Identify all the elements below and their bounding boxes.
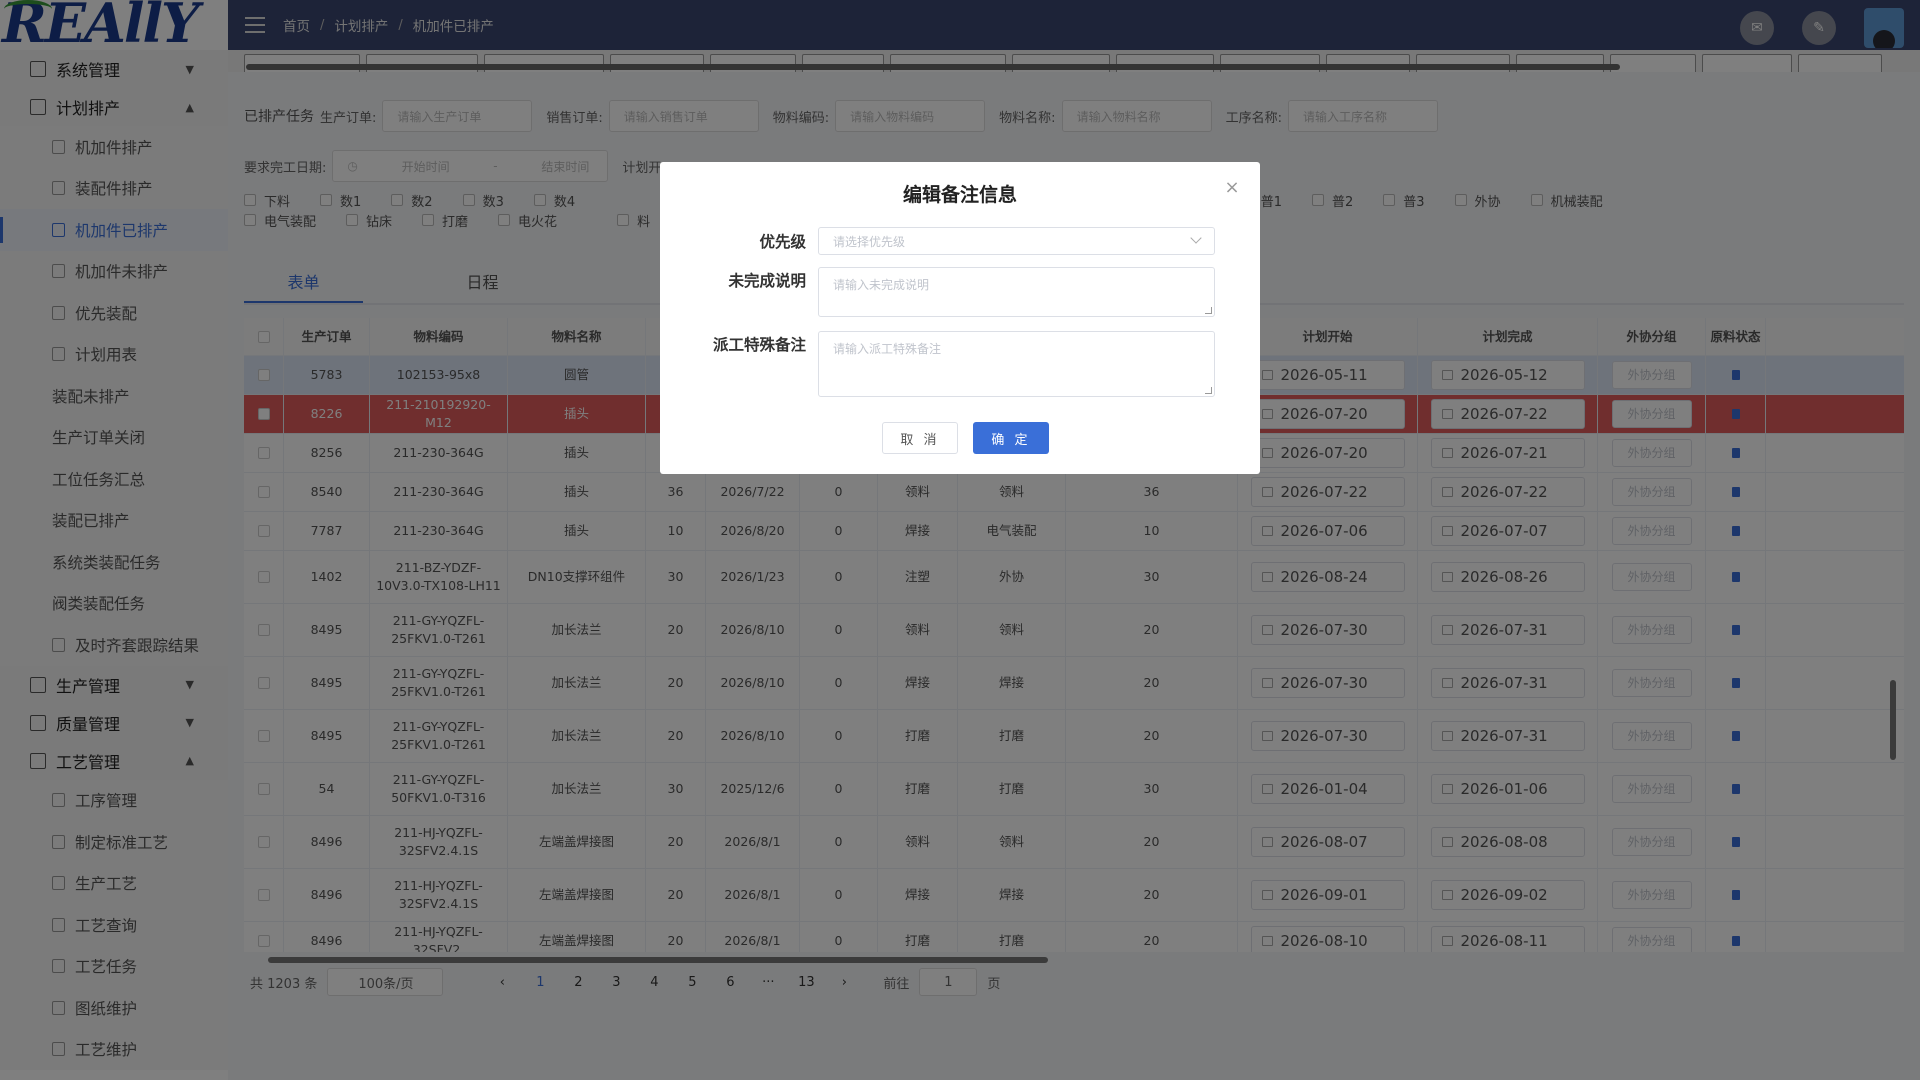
unfinished-textarea[interactable]: 请输入未完成说明 xyxy=(818,267,1215,317)
dialog-title: 编辑备注信息 xyxy=(902,184,1017,206)
unfinished-placeholder: 请输入未完成说明 xyxy=(833,278,930,292)
priority-placeholder: 请选择优先级 xyxy=(833,234,906,249)
close-icon[interactable]: × xyxy=(1224,179,1240,197)
confirm-button[interactable]: 确 定 xyxy=(973,422,1049,454)
dispatch-label: 派工特殊备注 xyxy=(712,336,806,354)
priority-row: 优先级 请选择优先级 xyxy=(660,227,1260,255)
priority-label: 优先级 xyxy=(759,233,806,251)
chevron-down-icon xyxy=(1190,232,1202,244)
dispatch-row: 派工特殊备注 请输入派工特殊备注 xyxy=(660,331,1260,397)
cancel-button[interactable]: 取 消 xyxy=(882,422,958,454)
unfinished-row: 未完成说明 请输入未完成说明 xyxy=(660,267,1260,317)
dispatch-placeholder: 请输入派工特殊备注 xyxy=(833,342,942,356)
dispatch-textarea[interactable]: 请输入派工特殊备注 xyxy=(818,331,1215,397)
edit-remark-dialog: 编辑备注信息 × 优先级 请选择优先级 未完成说明 请输入未完成说明 派工特殊备… xyxy=(660,162,1260,474)
unfinished-label: 未完成说明 xyxy=(728,272,806,290)
priority-select[interactable]: 请选择优先级 xyxy=(818,227,1215,255)
